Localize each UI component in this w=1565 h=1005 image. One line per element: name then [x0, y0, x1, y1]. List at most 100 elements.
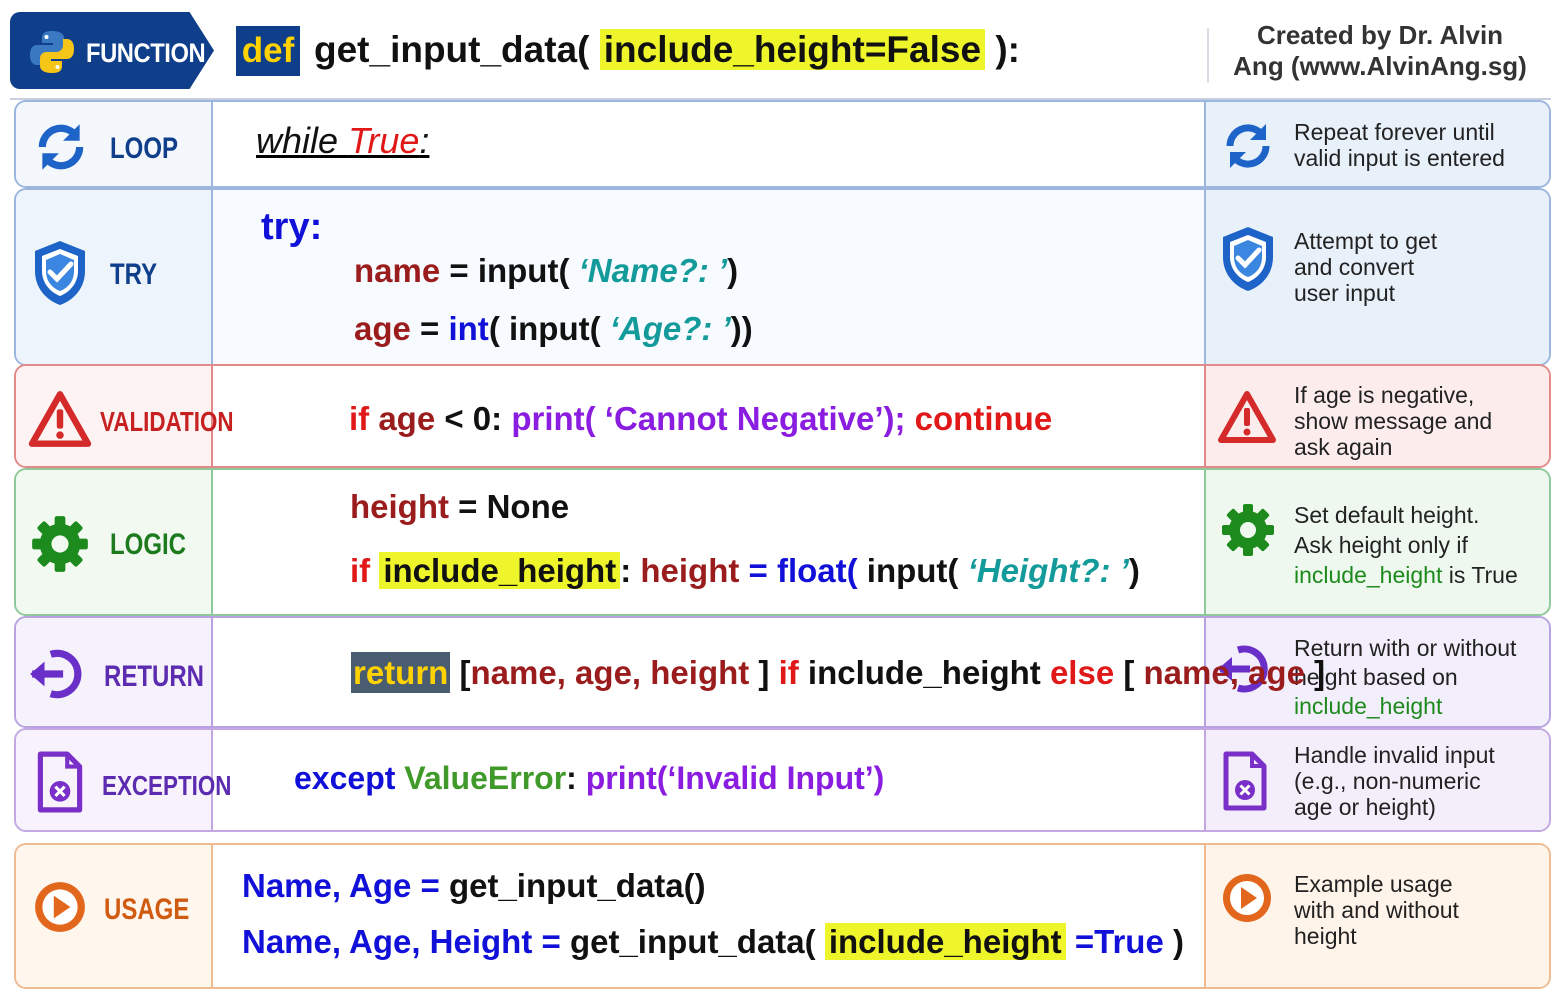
logic-line-default: height = None	[350, 488, 569, 526]
exception-code: except ValueError: print(‘Invalid Input’…	[294, 760, 884, 797]
logic-note-line-3: include_height is True	[1294, 560, 1518, 590]
validation-note-line-2: show message and	[1294, 408, 1493, 434]
logic-note: Set default height. Ask height only if i…	[1294, 500, 1518, 590]
except-keyword: except	[294, 760, 405, 796]
age-close: ))	[730, 310, 753, 347]
value-error: ValueError	[404, 760, 567, 796]
credit-line-1: Created by Dr. Alvin	[1256, 20, 1504, 50]
continue-keyword: continue	[914, 400, 1053, 437]
return-arrow-icon	[30, 649, 82, 699]
signature-close: ):	[995, 29, 1020, 70]
return-note-line-2: height based on	[1294, 664, 1458, 690]
height-assign: =	[739, 552, 777, 589]
if-keyword: if	[349, 400, 379, 437]
shield-check-icon	[35, 241, 85, 305]
if-keyword: if	[350, 552, 380, 589]
return-code: return [name, age, height ] if include_h…	[351, 652, 1326, 693]
logic-note-line-2: Ask height only if	[1294, 532, 1468, 558]
usage-note-line-2: with and without	[1294, 897, 1459, 923]
validation-label: VALIDATION	[100, 406, 234, 437]
exception-note: Handle invalid input (e.g., non-numeric …	[1294, 742, 1495, 820]
loop-colon: :	[419, 120, 430, 161]
logic-note-rest: is True	[1442, 562, 1518, 588]
return-keyword: return	[351, 652, 451, 693]
exception-colon: :	[566, 760, 586, 796]
while-keyword: while	[256, 120, 339, 161]
height-none: = None	[448, 488, 570, 525]
row-try: Attempt to get and convert user input TR…	[14, 188, 1551, 366]
exception-note-line-2: (e.g., non-numeric	[1294, 768, 1481, 794]
try-line-name: name = input( ‘Name?: ’)	[354, 252, 738, 290]
usage-call: get_input_data()	[448, 867, 706, 904]
validation-note-line-1: If age is negative,	[1294, 382, 1475, 408]
height-close: )	[1128, 552, 1140, 589]
usage-assign: =	[532, 923, 570, 960]
try-label: TRY	[110, 258, 158, 291]
height-prompt: ‘Height?: ’	[967, 552, 1129, 589]
validation-code: if age < 0: print( ‘Cannot Negative’); c…	[349, 400, 1052, 438]
warning-triangle-icon	[28, 391, 92, 447]
list-open: [	[450, 654, 471, 691]
usage-note-line-1: Example usage	[1294, 871, 1453, 897]
play-circle-icon	[35, 882, 85, 932]
def-keyword: def	[236, 26, 300, 76]
list-close: ]	[1304, 654, 1326, 691]
height-var: height	[350, 488, 449, 525]
row-logic: Set default height. Ask height only if i…	[14, 468, 1551, 616]
loop-code: while True:	[256, 120, 429, 162]
file-error-icon	[37, 751, 83, 813]
logic-note-param: include_height	[1294, 562, 1443, 588]
negative-condition: < 0:	[435, 400, 512, 437]
usage-vars: Name, Age, Height	[242, 923, 533, 960]
exception-note-line-1: Handle invalid input	[1294, 742, 1495, 768]
shield-check-icon	[1223, 227, 1273, 291]
function-signature: get_input_data( include_height=False ):	[314, 22, 1020, 78]
usage-note-line-3: height	[1294, 923, 1357, 949]
usage-call: get_input_data(	[569, 923, 825, 960]
include-height-arg: include_height	[824, 923, 1066, 960]
age-ref: age	[378, 400, 436, 437]
int-call: int	[448, 310, 489, 347]
float-call: float(	[776, 552, 858, 589]
logic-line-conditional: if include_height: height = float( input…	[350, 552, 1140, 590]
age-var: age	[354, 310, 411, 347]
refresh-icon	[1226, 124, 1270, 168]
name-assign: = input(	[440, 252, 579, 289]
logic-note-line-1: Set default height.	[1294, 502, 1480, 528]
play-circle-icon	[1223, 874, 1271, 922]
age-input: ( input(	[488, 310, 610, 347]
name-close: )	[727, 252, 739, 289]
function-param: include_height=False	[599, 29, 986, 70]
credit: Created by Dr. Alvin Ang (www.AlvinAng.s…	[1210, 20, 1550, 82]
include-height-ref: include_height	[379, 552, 621, 589]
function-label: FUNCTION	[86, 38, 206, 68]
usage-line-2: Name, Age, Height = get_input_data( incl…	[242, 923, 1184, 961]
row-usage: Example usage with and without height US…	[14, 843, 1551, 989]
logic-colon: :	[620, 552, 641, 589]
list-open: [	[1114, 654, 1144, 691]
row-loop: Repeat forever until valid input is ente…	[14, 100, 1551, 188]
usage-assign: =	[411, 867, 449, 904]
loop-note: Repeat forever until valid input is ente…	[1294, 119, 1505, 171]
error-print: print( ‘Cannot Negative’);	[511, 400, 915, 437]
return-note-line-1: Return with or without	[1294, 635, 1517, 661]
refresh-icon	[38, 124, 84, 170]
age-prompt: ‘Age?: ’	[609, 310, 731, 347]
usage-vars: Name, Age	[242, 867, 412, 904]
if-keyword: if	[778, 654, 799, 691]
file-error-icon	[1223, 751, 1267, 811]
function-name: get_input_data(	[314, 29, 590, 70]
list-close: ]	[749, 654, 779, 691]
loop-note-line-2: valid input is entered	[1294, 145, 1505, 171]
include-height-ref: include_height	[798, 654, 1050, 691]
true-keyword: True	[348, 120, 420, 161]
header-divider	[1207, 28, 1209, 83]
row-validation: If age is negative, show message and ask…	[14, 364, 1551, 468]
name-var: name	[354, 252, 441, 289]
loop-note-line-1: Repeat forever until	[1294, 119, 1495, 145]
gear-icon	[32, 516, 88, 572]
short-list: name, age	[1143, 654, 1305, 691]
return-note: Return with or without height based on i…	[1294, 634, 1516, 721]
full-list: name, age, height	[470, 654, 750, 691]
usage-close: )	[1163, 923, 1184, 960]
